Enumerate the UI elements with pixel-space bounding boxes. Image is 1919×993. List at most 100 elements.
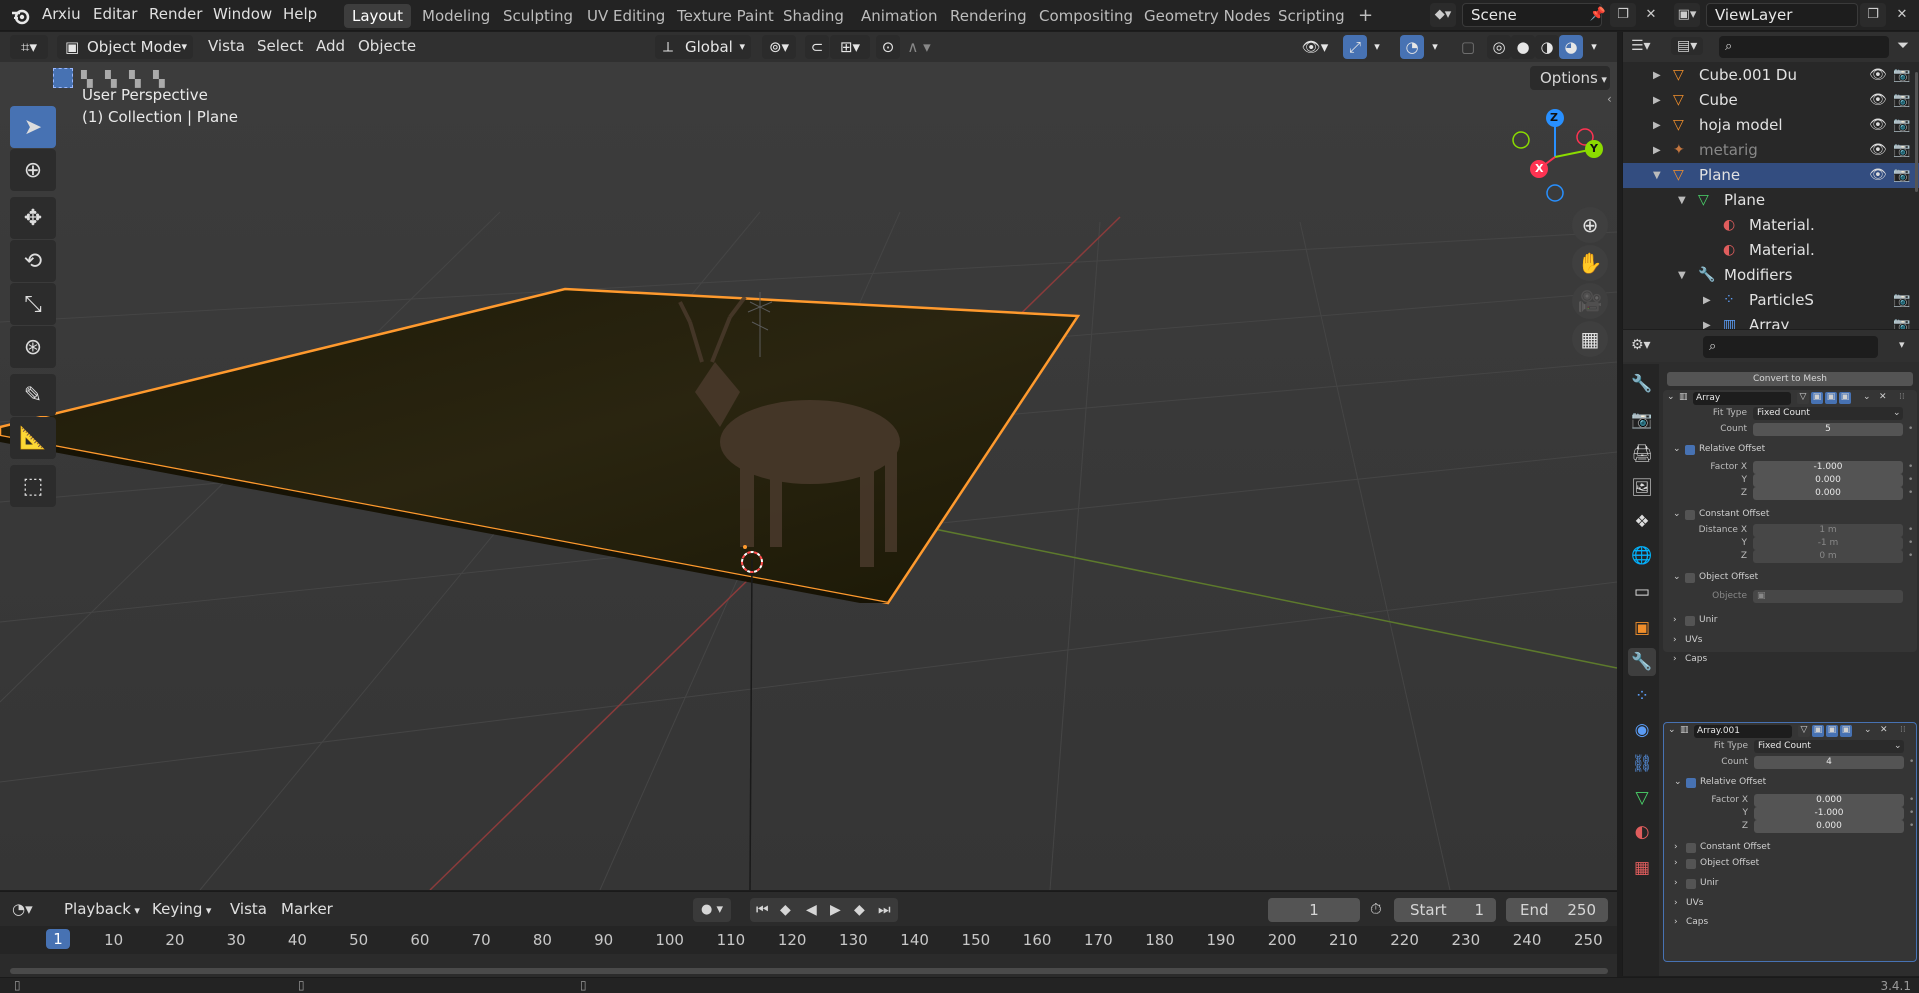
gizmo-menu-icon[interactable]: ▾ bbox=[1368, 35, 1386, 59]
disclosure-triangle-icon[interactable]: ▼ bbox=[1653, 170, 1661, 181]
keyframe-dot-icon[interactable]: • bbox=[1909, 821, 1914, 831]
disclosure-triangle-icon[interactable]: ▶ bbox=[1703, 320, 1711, 329]
outliner-row[interactable]: ◐ Material. bbox=[1623, 213, 1919, 238]
gizmo-toggle-icon[interactable]: ⤢ bbox=[1343, 35, 1367, 59]
property-value-field[interactable]: 0.000 bbox=[1754, 794, 1904, 807]
modifier-menu-icon[interactable]: ⌄ bbox=[1864, 725, 1872, 735]
delete-viewlayer-icon[interactable]: ✕ bbox=[1889, 3, 1915, 27]
end-frame-field[interactable]: End 250 bbox=[1506, 898, 1608, 922]
render-camera-icon[interactable]: 📷 bbox=[1893, 67, 1910, 83]
falloff-icon[interactable]: ∧ ▾ bbox=[902, 35, 936, 59]
editmode-icon[interactable]: ▣ bbox=[1812, 725, 1824, 737]
disclosure-triangle-icon[interactable]: ▼ bbox=[1678, 270, 1686, 281]
keyframe-dot-icon[interactable]: • bbox=[1908, 424, 1913, 434]
visibility-eye-icon[interactable]: 👁 bbox=[1869, 117, 1887, 133]
collapse-chevron-icon[interactable]: ⌄ bbox=[1673, 444, 1681, 454]
expand-chevron-icon[interactable]: › bbox=[1673, 615, 1677, 625]
tab-geometry-nodes[interactable]: Geometry Nodes bbox=[1136, 4, 1279, 28]
add-workspace-button[interactable]: + bbox=[1350, 4, 1381, 28]
data-tab-icon[interactable]: ▽ bbox=[1628, 784, 1656, 812]
property-value-field[interactable]: -1.000 bbox=[1753, 461, 1903, 474]
current-frame-field[interactable]: 1 bbox=[1268, 898, 1360, 922]
play-icon[interactable]: ▶ bbox=[830, 898, 841, 922]
modifier-menu-icon[interactable]: ⌄ bbox=[1863, 392, 1871, 402]
render-camera-icon[interactable]: 📷 bbox=[1893, 117, 1910, 133]
timeline-scrollbar[interactable] bbox=[10, 968, 1608, 974]
jump-start-icon[interactable]: ⏮ bbox=[756, 898, 769, 922]
select-intersect-icon[interactable]: ▚ bbox=[153, 70, 165, 88]
select-box-icon[interactable] bbox=[53, 68, 73, 88]
expand-chevron-icon[interactable]: › bbox=[1674, 898, 1678, 908]
menu-marker[interactable]: Marker bbox=[281, 900, 333, 918]
property-value-field[interactable]: -1.000 bbox=[1754, 807, 1904, 820]
editor-type-icon[interactable]: ⌗▾ bbox=[10, 35, 48, 59]
menu-keying[interactable]: Keying ▾ bbox=[152, 900, 211, 918]
property-value-field[interactable]: 4 bbox=[1754, 756, 1904, 769]
select-subtract-icon[interactable]: ▚ bbox=[105, 70, 117, 88]
render-camera-icon[interactable]: 📷 bbox=[1893, 92, 1910, 108]
render-tab-icon[interactable]: 📷 bbox=[1628, 406, 1656, 434]
transform-tool-icon[interactable]: ⊛ bbox=[10, 326, 56, 368]
menu-file[interactable]: Arxiu bbox=[42, 5, 81, 23]
property-value-field[interactable]: 0.000 bbox=[1754, 820, 1904, 833]
outliner-row[interactable]: ▼ ▽ Plane bbox=[1623, 188, 1919, 213]
snap-target-icon[interactable]: ⊞▾ bbox=[830, 35, 870, 59]
view-layer-tab-icon[interactable]: 🖼 bbox=[1628, 474, 1656, 502]
render-camera-icon[interactable]: 📷 bbox=[1893, 167, 1910, 183]
menu-help[interactable]: Help bbox=[283, 5, 317, 23]
menu-window[interactable]: Window bbox=[213, 5, 272, 23]
collection-tab-icon[interactable]: ▭ bbox=[1628, 578, 1656, 606]
keyframe-dot-icon[interactable]: • bbox=[1908, 551, 1913, 561]
render-camera-icon[interactable]: 📷 bbox=[1893, 292, 1910, 308]
disclosure-triangle-icon[interactable]: ▼ bbox=[1678, 195, 1686, 206]
xray-icon[interactable]: ▢ bbox=[1456, 35, 1480, 59]
remove-modifier-icon[interactable]: ✕ bbox=[1879, 392, 1887, 402]
overlays-toggle-icon[interactable]: ◔ bbox=[1400, 35, 1424, 59]
realtime-icon[interactable]: ▣ bbox=[1826, 725, 1838, 737]
menu-view[interactable]: Vista bbox=[208, 37, 245, 55]
proportional-edit-icon[interactable]: ⊙ bbox=[876, 35, 900, 59]
transform-orientation[interactable]: ⟂ Global ▾ bbox=[655, 35, 751, 59]
render-icon[interactable]: ▣ bbox=[1840, 725, 1852, 737]
outliner-row[interactable]: ▶ ▽ Cube 👁 📷 bbox=[1623, 88, 1919, 113]
disclosure-triangle-icon[interactable]: ▶ bbox=[1703, 295, 1711, 306]
menu-add[interactable]: Add bbox=[316, 37, 345, 55]
annotate-tool-icon[interactable]: ✎ bbox=[10, 374, 56, 416]
select-tool-icon[interactable]: ➤ bbox=[10, 106, 56, 148]
menu-playback[interactable]: Playback ▾ bbox=[64, 900, 140, 918]
viewlayer-selector-icon[interactable]: ▣▾ bbox=[1674, 3, 1700, 27]
wireframe-shading-icon[interactable]: ◎ bbox=[1487, 35, 1511, 59]
tab-rendering[interactable]: Rendering bbox=[942, 4, 1035, 28]
convert-to-mesh-button[interactable]: Convert to Mesh bbox=[1667, 372, 1913, 386]
snap-toggle-icon[interactable]: ⊂ bbox=[805, 35, 829, 59]
outliner-search-input[interactable]: ⌕ bbox=[1719, 36, 1889, 58]
constant-offset-checkbox[interactable] bbox=[1686, 843, 1696, 853]
next-keyframe-icon[interactable]: ◆ bbox=[854, 898, 865, 922]
play-reverse-icon[interactable]: ◀ bbox=[806, 898, 817, 922]
drag-handle-icon[interactable]: ⁞⁞ bbox=[1900, 725, 1906, 735]
remove-modifier-icon[interactable]: ✕ bbox=[1880, 725, 1888, 735]
fit-type-select[interactable]: Fixed Count bbox=[1754, 740, 1904, 753]
modifier-name-field[interactable]: Array bbox=[1693, 392, 1791, 405]
visibility-eye-icon[interactable]: 👁 bbox=[1869, 142, 1887, 158]
vertex-icon[interactable]: ▽ bbox=[1798, 725, 1810, 737]
relative-offset-checkbox[interactable] bbox=[1686, 778, 1696, 788]
disclosure-triangle-icon[interactable]: ▶ bbox=[1653, 95, 1661, 106]
collapse-chevron-icon[interactable]: ⌄ bbox=[1674, 777, 1682, 787]
jump-end-icon[interactable]: ⏭ bbox=[878, 898, 891, 922]
blender-logo-icon[interactable] bbox=[10, 5, 32, 27]
tab-shading[interactable]: Shading bbox=[775, 4, 852, 28]
physics-tab-icon[interactable]: ◉ bbox=[1628, 716, 1656, 744]
scale-tool-icon[interactable]: ⤡ bbox=[10, 283, 56, 325]
realtime-icon[interactable]: ▣ bbox=[1825, 392, 1837, 404]
overlays-menu-icon[interactable]: ▾ bbox=[1426, 35, 1444, 59]
add-cube-tool-icon[interactable]: ⬚ bbox=[10, 465, 56, 507]
menu-render[interactable]: Render bbox=[149, 5, 202, 23]
material-tab-icon[interactable]: ◐ bbox=[1628, 818, 1656, 846]
properties-editor-type-icon[interactable]: ⚙▾ bbox=[1631, 337, 1651, 353]
property-value-field[interactable]: -1 m bbox=[1753, 537, 1903, 550]
outliner-row[interactable]: ▶ ▽ hoja model 👁 📷 bbox=[1623, 113, 1919, 138]
menu-timeline-view[interactable]: Vista bbox=[230, 900, 267, 918]
drag-handle-icon[interactable]: ⁞⁞ bbox=[1899, 392, 1905, 402]
tab-sculpting[interactable]: Sculpting bbox=[495, 4, 581, 28]
